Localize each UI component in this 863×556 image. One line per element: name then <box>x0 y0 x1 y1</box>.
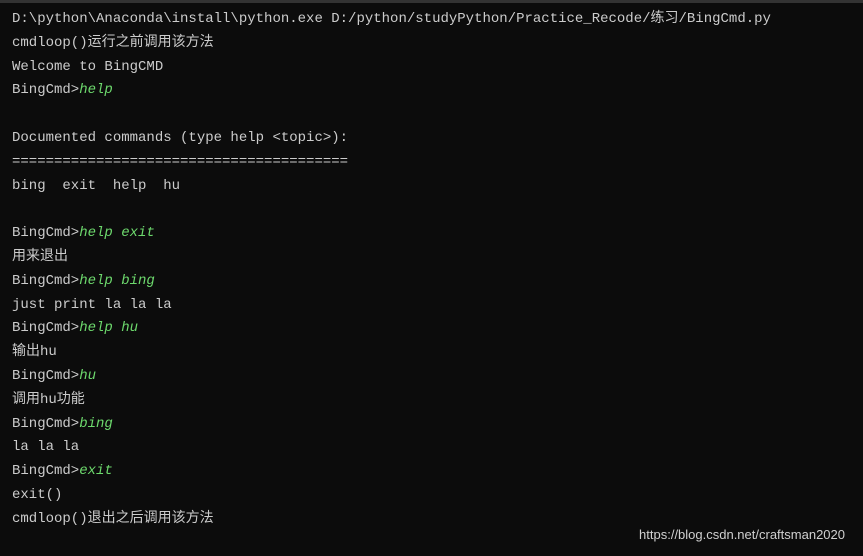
terminal-output[interactable]: D:\python\Anaconda\install\python.exe D:… <box>12 8 851 532</box>
watermark-text: https://blog.csdn.net/craftsman2020 <box>639 524 845 546</box>
input-exit: exit <box>79 463 113 479</box>
prompt-line-7: BingCmd>exit <box>12 460 851 484</box>
input-help-hu: help hu <box>79 320 138 336</box>
prompt: BingCmd> <box>12 225 79 241</box>
output-hu: 调用hu功能 <box>12 389 851 413</box>
prompt: BingCmd> <box>12 416 79 432</box>
prompt: BingCmd> <box>12 368 79 384</box>
output-exit: exit() <box>12 484 851 508</box>
exec-line: D:\python\Anaconda\install\python.exe D:… <box>12 8 851 32</box>
prompt-line-5: BingCmd>hu <box>12 365 851 389</box>
doc-separator: ======================================== <box>12 151 851 175</box>
prompt-line-3: BingCmd>help bing <box>12 270 851 294</box>
input-hu: hu <box>79 368 96 384</box>
prompt: BingCmd> <box>12 320 79 336</box>
prompt-line-4: BingCmd>help hu <box>12 317 851 341</box>
input-help: help <box>79 82 113 98</box>
output-help-bing: just print la la la <box>12 294 851 318</box>
prompt: BingCmd> <box>12 82 79 98</box>
doc-header: Documented commands (type help <topic>): <box>12 127 851 151</box>
blank-line <box>12 103 851 127</box>
prompt: BingCmd> <box>12 273 79 289</box>
prompt: BingCmd> <box>12 463 79 479</box>
blank-line <box>12 198 851 222</box>
window-top-border <box>0 0 863 3</box>
welcome-output: Welcome to BingCMD <box>12 56 851 80</box>
prompt-line-1: BingCmd>help <box>12 79 851 103</box>
preloop-output: cmdloop()运行之前调用该方法 <box>12 32 851 56</box>
prompt-line-2: BingCmd>help exit <box>12 222 851 246</box>
output-help-hu: 输出hu <box>12 341 851 365</box>
prompt-line-6: BingCmd>bing <box>12 413 851 437</box>
output-bing: la la la <box>12 436 851 460</box>
input-help-bing: help bing <box>79 273 155 289</box>
output-help-exit: 用来退出 <box>12 246 851 270</box>
doc-list: bing exit help hu <box>12 175 851 199</box>
input-bing: bing <box>79 416 113 432</box>
input-help-exit: help exit <box>79 225 155 241</box>
